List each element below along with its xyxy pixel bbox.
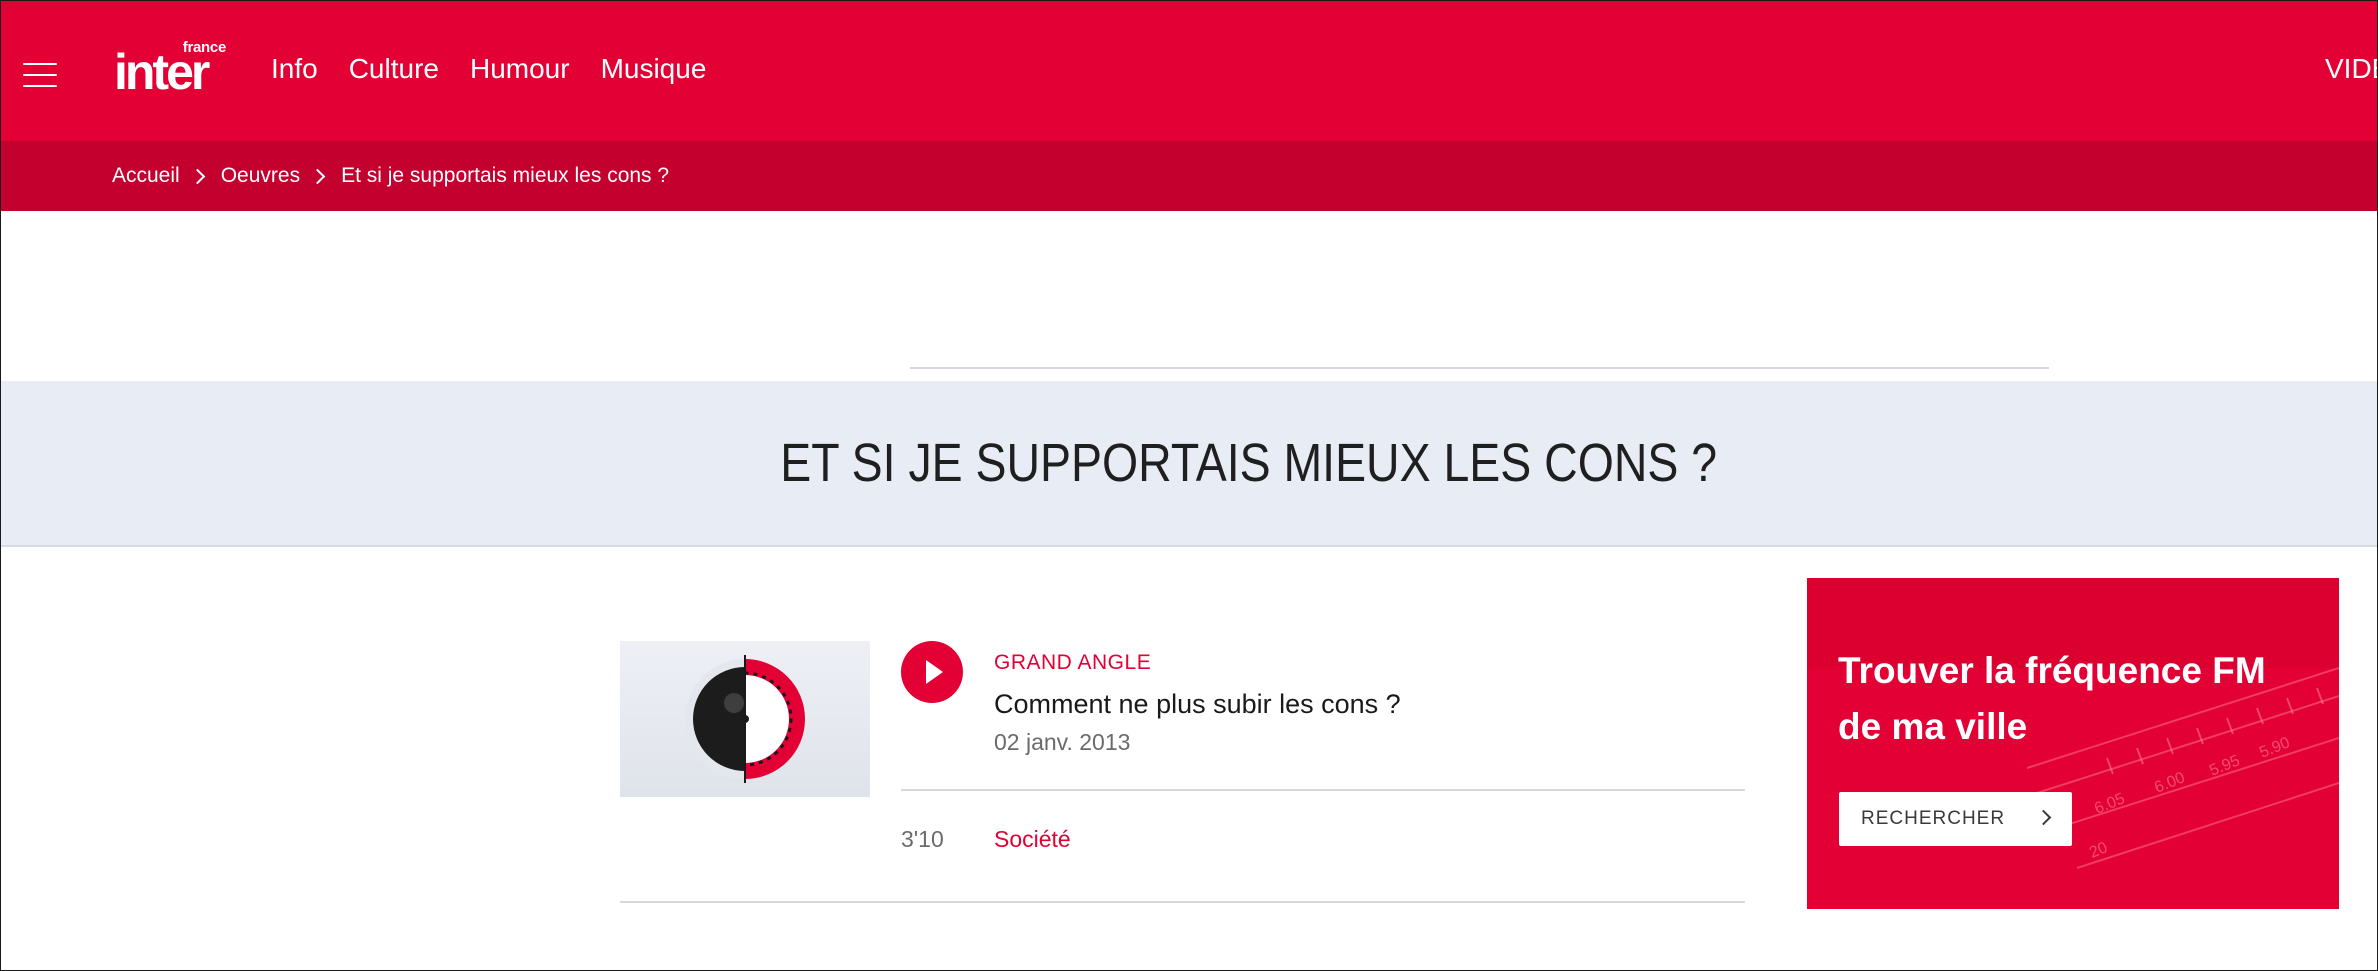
episode-show-name[interactable]: GRAND ANGLE <box>994 649 1151 677</box>
nav-item-humour[interactable]: Humour <box>470 49 570 89</box>
episode-date: 02 janv. 2013 <box>994 729 1131 755</box>
page-title: ET SI JE SUPPORTAIS MIEUX LES CONS ? <box>780 433 1718 493</box>
fm-frequency-promo: 6.05 6.00 5.95 5.90 20 Trouver la fréque… <box>1807 578 2339 909</box>
top-navigation-bar: france inter Info Culture Humour Musique… <box>1 1 2377 141</box>
search-frequency-button[interactable]: RECHERCHER <box>1839 792 2072 846</box>
title-band: ET SI JE SUPPORTAIS MIEUX LES CONS ? <box>1 381 2377 547</box>
page-frame: france inter Info Culture Humour Musique… <box>0 0 2378 971</box>
chevron-right-icon <box>2035 809 2052 826</box>
divider <box>901 789 1745 791</box>
vinyl-logo-image <box>685 655 805 783</box>
promo-title: Trouver la fréquence FM de ma ville <box>1838 650 2266 747</box>
breadcrumb-home[interactable]: Accueil <box>112 161 180 191</box>
nav-item-culture[interactable]: Culture <box>349 49 439 89</box>
divider <box>620 901 1745 903</box>
logo-big-text: inter <box>114 44 210 100</box>
divider <box>910 367 2049 369</box>
breadcrumb-bar: Accueil Oeuvres Et si je supportais mieu… <box>1 141 2377 211</box>
episode-thumbnail[interactable] <box>620 641 870 797</box>
episode-title[interactable]: Comment ne plus subir les cons ? <box>994 687 1401 721</box>
main-nav: Info Culture Humour Musique <box>271 49 706 89</box>
breadcrumb: Accueil Oeuvres Et si je supportais mieu… <box>112 161 669 191</box>
nav-item-video-truncated[interactable]: VIDE <box>2325 49 2377 89</box>
button-label: RECHERCHER <box>1861 808 2006 829</box>
nav-item-musique[interactable]: Musique <box>601 49 707 89</box>
chevron-right-icon <box>309 168 326 184</box>
france-inter-logo[interactable]: france inter <box>114 35 234 100</box>
episode-duration: 3'10 <box>901 826 944 852</box>
nav-item-info[interactable]: Info <box>271 49 318 89</box>
breadcrumb-current: Et si je supportais mieux les cons ? <box>341 164 670 187</box>
menu-icon[interactable] <box>23 63 57 87</box>
episode-tag[interactable]: Société <box>994 824 1071 854</box>
play-button[interactable] <box>901 641 963 703</box>
chevron-right-icon <box>189 168 205 184</box>
breadcrumb-oeuvres[interactable]: Oeuvres <box>221 161 300 191</box>
